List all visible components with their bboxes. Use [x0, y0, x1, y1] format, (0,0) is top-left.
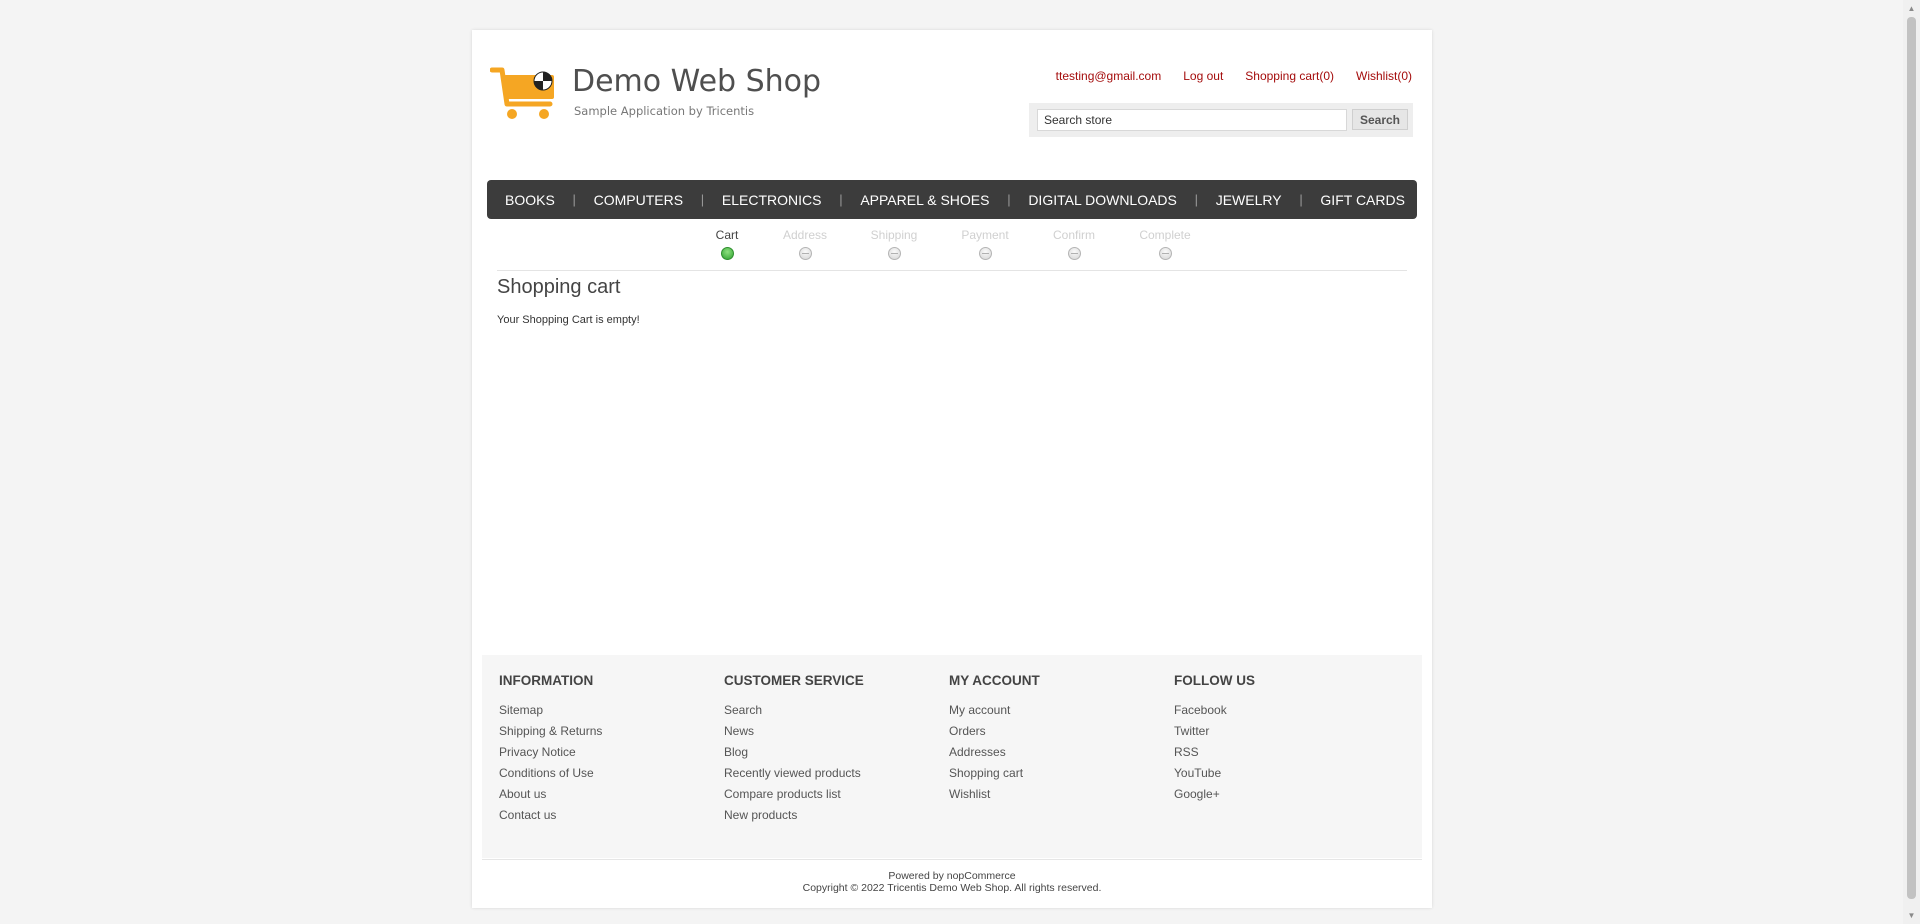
- shopping-cart-logo-icon: [490, 67, 554, 119]
- top-menu: BOOKS | COMPUTERS | ELECTRONICS | APPARE…: [487, 180, 1417, 219]
- page-master: Demo Web Shop Sample Application by Tric…: [472, 30, 1432, 908]
- copyright-text: Copyright © 2022 Tricentis Demo Web Shop…: [802, 882, 1102, 894]
- scrollbar-thumb[interactable]: [1907, 17, 1916, 899]
- step-payment: Payment: [950, 228, 1020, 260]
- step-label: Complete: [1139, 228, 1191, 242]
- footer-link-facebook[interactable]: Facebook: [1174, 700, 1394, 721]
- divider: [482, 859, 1422, 860]
- nav-separator: |: [1299, 192, 1303, 207]
- footer-link-about-us[interactable]: About us: [499, 784, 719, 805]
- step-label: Payment: [961, 228, 1009, 242]
- page-title: Shopping cart: [497, 276, 621, 298]
- footer-column-follow-us: FOLLOW US Facebook Twitter RSS YouTube G…: [1174, 673, 1394, 805]
- wishlist-link[interactable]: Wishlist(0): [1356, 69, 1412, 83]
- checkout-progress: Cart Address Shipping Payment Confirm Co…: [692, 228, 1191, 268]
- footer: INFORMATION Sitemap Shipping & Returns P…: [482, 655, 1422, 858]
- search-box: Search: [1029, 103, 1413, 137]
- nav-separator: |: [572, 192, 576, 207]
- footer-link-privacy-notice[interactable]: Privacy Notice: [499, 742, 719, 763]
- divider: [497, 270, 1407, 271]
- footer-link-contact-us[interactable]: Contact us: [499, 805, 719, 826]
- footer-link-rss[interactable]: RSS: [1174, 742, 1394, 763]
- footer-link-shipping-returns[interactable]: Shipping & Returns: [499, 721, 719, 742]
- footer-link-wishlist[interactable]: Wishlist: [949, 784, 1169, 805]
- footer-link-news[interactable]: News: [724, 721, 944, 742]
- footer-link-orders[interactable]: Orders: [949, 721, 1169, 742]
- footer-link-search[interactable]: Search: [724, 700, 944, 721]
- footer-column-title: INFORMATION: [499, 673, 594, 688]
- step-address: Address: [770, 228, 840, 260]
- cart-empty-message: Your Shopping Cart is empty!: [497, 314, 640, 326]
- footer-bottom: Powered by nopCommerce Copyright © 2022 …: [472, 870, 1432, 894]
- scroll-down-arrow-icon[interactable]: ▼: [1903, 907, 1920, 924]
- footer-link-compare-products[interactable]: Compare products list: [724, 784, 944, 805]
- shopping-cart-link[interactable]: Shopping cart(0): [1245, 69, 1334, 83]
- step-inactive-dot-icon: [798, 247, 812, 260]
- nav-item-electronics[interactable]: ELECTRONICS: [722, 192, 822, 208]
- footer-column-title: CUSTOMER SERVICE: [724, 673, 864, 688]
- search-input[interactable]: [1037, 109, 1347, 131]
- footer-column-title: FOLLOW US: [1174, 673, 1255, 688]
- footer-link-conditions-of-use[interactable]: Conditions of Use: [499, 763, 719, 784]
- nav-separator: |: [700, 192, 705, 207]
- footer-link-new-products[interactable]: New products: [724, 805, 944, 826]
- footer-column-my-account: MY ACCOUNT My account Orders Addresses S…: [949, 673, 1169, 805]
- footer-link-youtube[interactable]: YouTube: [1174, 763, 1394, 784]
- step-label: Confirm: [1052, 228, 1095, 242]
- step-inactive-dot-icon: [1067, 247, 1081, 260]
- logout-link[interactable]: Log out: [1183, 69, 1223, 83]
- footer-link-twitter[interactable]: Twitter: [1174, 721, 1394, 742]
- footer-link-shopping-cart[interactable]: Shopping cart: [949, 763, 1169, 784]
- nav-item-apparel-shoes[interactable]: APPAREL & SHOES: [860, 192, 989, 208]
- nav-item-jewelry[interactable]: JEWELRY: [1216, 192, 1282, 208]
- step-inactive-dot-icon: [1158, 247, 1172, 260]
- nav-item-digital-downloads[interactable]: DIGITAL DOWNLOADS: [1028, 192, 1177, 208]
- scroll-up-arrow-icon[interactable]: ▲: [1903, 0, 1920, 17]
- step-active-dot-icon: [720, 247, 734, 260]
- header-links: ttesting@gmail.com Log out Shopping cart…: [1056, 69, 1412, 83]
- step-inactive-dot-icon: [887, 247, 901, 260]
- footer-link-recently-viewed[interactable]: Recently viewed products: [724, 763, 944, 784]
- account-email-link[interactable]: ttesting@gmail.com: [1056, 69, 1162, 83]
- footer-column-customer-service: CUSTOMER SERVICE Search News Blog Recent…: [724, 673, 944, 826]
- step-complete: Complete: [1130, 228, 1200, 260]
- step-inactive-dot-icon: [978, 247, 992, 260]
- footer-link-google-plus[interactable]: Google+: [1174, 784, 1394, 805]
- step-shipping: Shipping: [859, 228, 929, 260]
- footer-link-sitemap[interactable]: Sitemap: [499, 700, 719, 721]
- logo-subtitle: Sample Application by Tricentis: [574, 104, 755, 118]
- site-logo[interactable]: Demo Web Shop Sample Application by Tric…: [490, 64, 821, 124]
- nav-item-gift-cards[interactable]: GIFT CARDS: [1320, 192, 1405, 208]
- footer-column-title: MY ACCOUNT: [949, 673, 1040, 688]
- footer-link-addresses[interactable]: Addresses: [949, 742, 1169, 763]
- nav-separator: |: [1194, 192, 1198, 207]
- step-confirm: Confirm: [1039, 228, 1109, 260]
- search-button[interactable]: Search: [1352, 109, 1408, 130]
- nav-separator: |: [1007, 192, 1011, 207]
- nav-item-computers[interactable]: COMPUTERS: [594, 192, 683, 208]
- nav-separator: |: [839, 192, 843, 207]
- footer-link-my-account[interactable]: My account: [949, 700, 1169, 721]
- logo-title: Demo Web Shop: [572, 64, 822, 99]
- step-label: Shipping: [870, 228, 918, 242]
- step-cart[interactable]: Cart: [692, 228, 762, 260]
- vertical-scrollbar[interactable]: ▲ ▼: [1903, 0, 1920, 924]
- step-label: Cart: [715, 228, 739, 242]
- footer-column-information: INFORMATION Sitemap Shipping & Returns P…: [499, 673, 719, 826]
- footer-link-blog[interactable]: Blog: [724, 742, 944, 763]
- powered-by-text: Powered by nopCommerce: [888, 870, 1016, 882]
- step-label: Address: [782, 228, 828, 242]
- nav-item-books[interactable]: BOOKS: [505, 192, 555, 208]
